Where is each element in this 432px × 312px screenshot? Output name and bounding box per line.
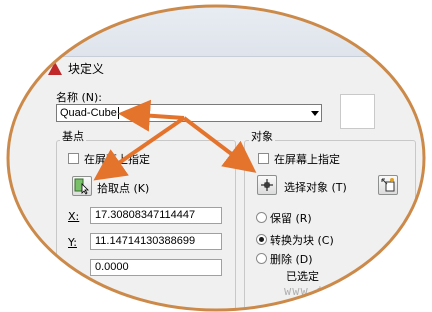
arrow-to-pick-point: [93, 116, 186, 181]
annotation-overlay: [6, 4, 426, 312]
highlight-ellipse: [6, 4, 426, 312]
arrow-to-name: [118, 99, 185, 132]
arrow-to-select-objects: [182, 116, 257, 173]
